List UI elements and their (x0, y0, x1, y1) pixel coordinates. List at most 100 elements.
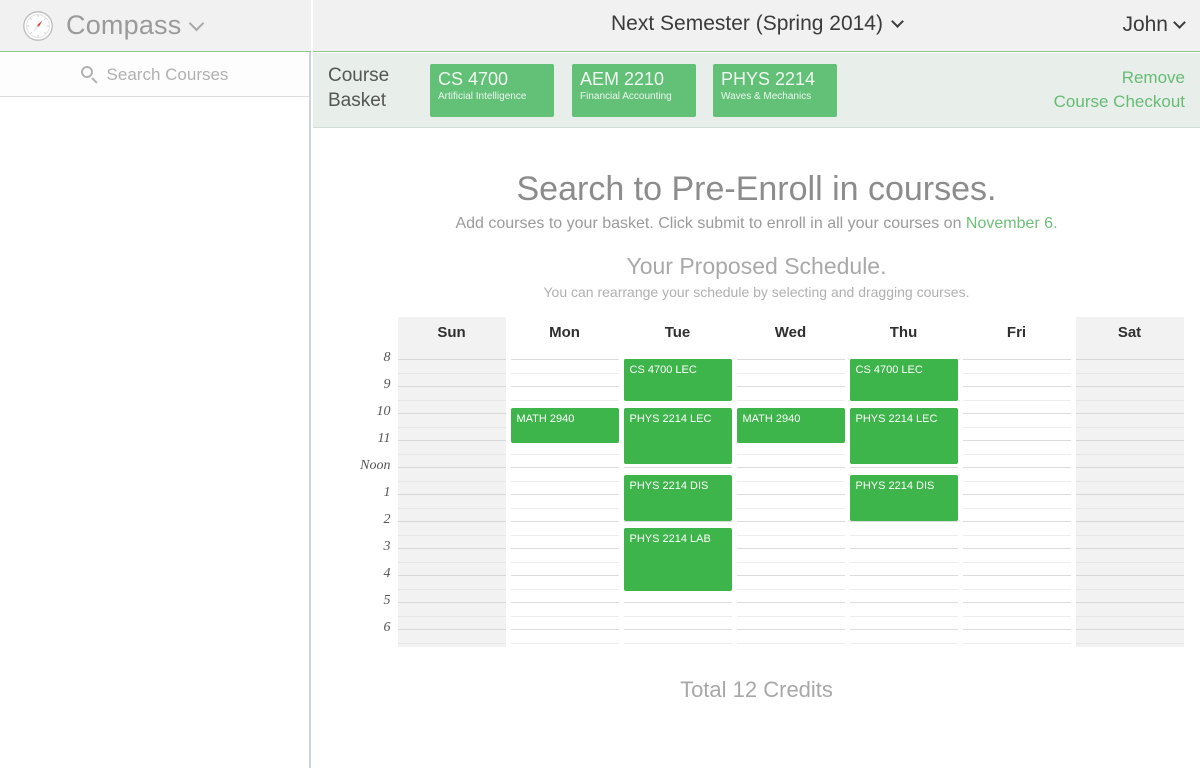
time-label: 2 (383, 512, 391, 527)
schedule-gridline (397, 480, 506, 482)
schedule-gridline (397, 548, 506, 549)
schedule-day-header: Fri (1006, 324, 1027, 341)
schedule-event[interactable]: CS 4700 LEC (623, 359, 732, 401)
schedule-gridline (962, 561, 1071, 563)
schedule-day-body[interactable]: MATH 2940 (736, 349, 845, 647)
schedule-gridline (736, 494, 845, 495)
schedule-gridline (510, 399, 619, 401)
schedule-event[interactable]: PHYS 2214 DIS (623, 475, 732, 521)
schedule-gridline (849, 629, 958, 630)
basket-course-chip[interactable]: CS 4700 Artificial Intelligence (430, 64, 554, 117)
schedule-gridline (849, 615, 958, 617)
schedule-gridline (397, 494, 506, 495)
schedule-gridline (510, 494, 619, 495)
schedule-gridline (736, 480, 845, 482)
schedule-grid[interactable]: 8 9 10 11 Noon 1 2 3 4 5 6 Sun Mon MATH 2940 Tue CS 47… (343, 317, 1184, 657)
schedule-gridline (962, 386, 1071, 387)
schedule-day-column-mon[interactable]: Mon MATH 2940 (510, 317, 619, 647)
schedule-gridline (510, 453, 619, 455)
search-input[interactable]: Search Courses (107, 65, 229, 85)
page-title: Search to Pre-Enroll in courses. (516, 170, 997, 208)
course-checkout-button[interactable]: Course Checkout (1054, 90, 1185, 114)
schedule-event[interactable]: PHYS 2214 DIS (849, 475, 958, 521)
schedule-day-header: Wed (774, 324, 807, 341)
schedule-gridline (1075, 467, 1184, 468)
schedule-day-body[interactable]: CS 4700 LEC PHYS 2214 LEC PHYS 2214 DIS PHY… (623, 349, 732, 647)
basket-course-chip[interactable]: PHYS 2214 Waves & Mechanics (713, 64, 837, 117)
schedule-gridline (1075, 588, 1184, 590)
schedule-gridline (962, 480, 1071, 482)
schedule-day-column-sun[interactable]: Sun (397, 317, 506, 647)
time-label: 1 (383, 485, 391, 500)
schedule-gridline (397, 440, 506, 441)
schedule-gridline (736, 629, 845, 630)
total-credits: Total 12 Credits (680, 677, 833, 702)
user-menu[interactable]: John (1122, 13, 1186, 37)
time-label: 8 (383, 350, 391, 365)
brand-bar: Compass (0, 0, 311, 52)
schedule-gridline (736, 521, 845, 522)
main-content: Search to Pre-Enroll in courses. Add cou… (313, 129, 1200, 768)
schedule-event[interactable]: MATH 2940 (510, 407, 619, 443)
schedule-gridline (736, 467, 845, 468)
schedule-day-body[interactable] (1075, 349, 1184, 647)
course-basket-label: Course Basket (328, 63, 428, 113)
schedule-gridline (623, 629, 732, 630)
schedule-gridline (736, 507, 845, 509)
search-bar[interactable]: Search Courses (0, 53, 309, 97)
schedule-gridline (397, 413, 506, 414)
schedule-day-column-sat[interactable]: Sat (1075, 317, 1184, 647)
schedule-event[interactable]: PHYS 2214 LAB (623, 527, 732, 592)
schedule-gridline (736, 534, 845, 536)
schedule-gridline (397, 507, 506, 509)
schedule-event[interactable]: CS 4700 LEC (849, 359, 958, 401)
schedule-gridline (962, 642, 1071, 644)
time-label: Noon (360, 458, 391, 473)
search-icon (80, 66, 98, 84)
schedule-day-column-fri[interactable]: Fri (962, 317, 1071, 647)
schedule-gridline (849, 521, 958, 522)
schedule-day-column-tue[interactable]: Tue CS 4700 LEC PHYS 2214 LEC PHYS 2214 DIS… (623, 317, 732, 647)
schedule-gridline (1075, 426, 1184, 428)
schedule-day-body[interactable] (397, 349, 506, 647)
schedule-gridline (1075, 615, 1184, 617)
semester-selector[interactable]: Next Semester (Spring 2014) (313, 12, 1200, 36)
brand-name[interactable]: Compass (66, 10, 205, 40)
schedule-gridline (736, 372, 845, 374)
schedule-gridline (736, 602, 845, 603)
schedule-gridline (510, 534, 619, 536)
basket-course-title: Artificial Intelligence (438, 91, 527, 102)
schedule-day-body[interactable]: MATH 2940 (510, 349, 619, 647)
schedule-day-column-wed[interactable]: Wed MATH 2940 (736, 317, 845, 647)
schedule-gridline (510, 467, 619, 468)
time-label: 6 (383, 620, 391, 635)
schedule-event[interactable]: PHYS 2214 LEC (849, 407, 958, 465)
brand-name-text: Compass (66, 10, 182, 40)
time-label: 11 (377, 431, 391, 446)
schedule-gridline (962, 494, 1071, 495)
schedule-day-header: Sun (437, 324, 466, 341)
schedule-gridline (510, 602, 619, 603)
schedule-event[interactable]: MATH 2940 (736, 407, 845, 443)
schedule-gridline (397, 386, 506, 387)
schedule-gridline (510, 629, 619, 630)
schedule-day-body[interactable] (962, 349, 1071, 647)
schedule-gridline (849, 602, 958, 603)
schedule-gridline (962, 453, 1071, 455)
schedule-event[interactable]: PHYS 2214 LEC (623, 407, 732, 465)
page-subtitle-text: Add courses to your basket. Click submit… (455, 215, 966, 232)
schedule-gridline (1075, 561, 1184, 563)
basket-course-chip[interactable]: AEM 2210 Financial Accounting (572, 64, 696, 117)
schedule-event-label: PHYS 2214 LEC (629, 412, 712, 425)
remove-button[interactable]: Remove (1054, 66, 1185, 90)
schedule-day-header: Mon (549, 324, 580, 341)
schedule-event-label: PHYS 2214 LAB (629, 532, 711, 545)
enroll-date: November 6. (965, 215, 1058, 232)
schedule-gridline (623, 642, 732, 644)
basket-course-title: Financial Accounting (580, 91, 672, 102)
schedule-gridline (1075, 413, 1184, 414)
schedule-day-column-thu[interactable]: Thu CS 4700 LEC PHYS 2214 LEC PHYS 2214 DIS (849, 317, 958, 647)
time-label: 10 (376, 404, 391, 419)
schedule-day-body[interactable]: CS 4700 LEC PHYS 2214 LEC PHYS 2214 DIS (849, 349, 958, 647)
basket-course-title: Waves & Mechanics (721, 91, 812, 102)
